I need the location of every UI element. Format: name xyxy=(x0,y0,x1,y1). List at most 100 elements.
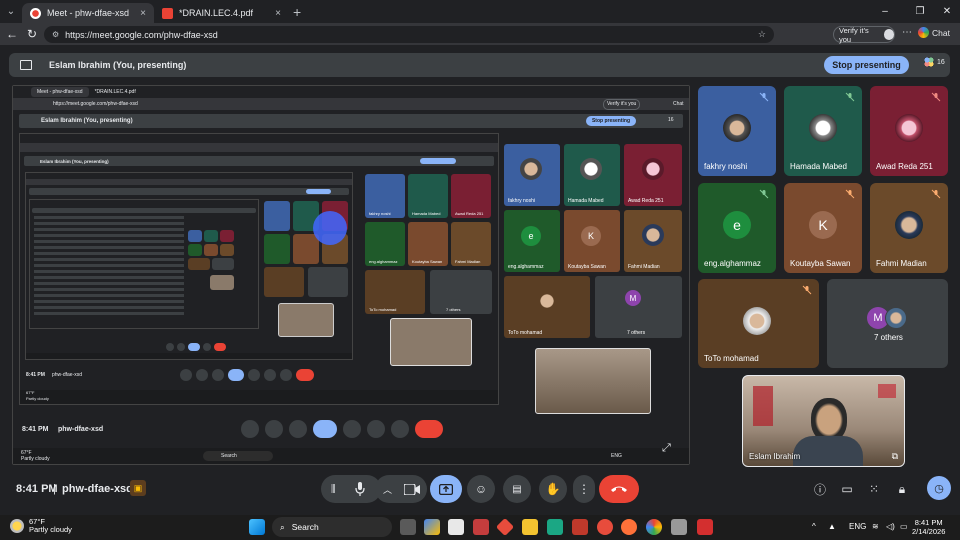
tab-pdf[interactable]: *DRAIN.LEC.4.pdf × xyxy=(154,3,289,23)
tab-search-icon[interactable]: ⌄ xyxy=(0,0,22,23)
volume-icon[interactable]: ◁) xyxy=(886,522,895,531)
task-view-icon[interactable] xyxy=(400,519,416,535)
minimize-button[interactable]: – xyxy=(870,0,900,23)
tab-close-icon[interactable]: × xyxy=(140,8,146,19)
presenting-label: Eslam Ibrahim (You, presenting) xyxy=(49,60,187,70)
windows-taskbar: 67°F Partly cloudy ⌕ Search ^ ▲ ENG ≋ ◁)… xyxy=(0,515,960,540)
emoji-button[interactable]: ☺ xyxy=(467,475,495,503)
weather-widget[interactable]: 67°F Partly cloudy xyxy=(10,518,72,534)
nested1-tile-others: 7 others xyxy=(627,330,646,336)
opera-icon[interactable] xyxy=(597,519,613,535)
participant-tile-fahmi[interactable]: Fahmi Madian xyxy=(870,183,948,273)
background-decoration xyxy=(753,386,773,426)
participant-tile-eng[interactable]: e eng.alghammaz xyxy=(698,183,776,273)
language-indicator[interactable]: ENG xyxy=(849,522,866,531)
site-info-icon[interactable]: ⚙ xyxy=(52,30,59,39)
close-window-button[interactable]: ✕ xyxy=(932,0,960,23)
nested1-lang: ENG xyxy=(611,453,622,459)
hand-icon: ✋ xyxy=(545,482,561,496)
self-view-tile[interactable]: Eslam Ibrahim ⧉ xyxy=(742,375,905,467)
chat-label: Chat xyxy=(932,27,950,38)
chevron-up-icon[interactable]: ︿ xyxy=(383,483,392,496)
start-windows-icon[interactable] xyxy=(249,519,265,535)
nested1-tile-eng: eng.alghammaz xyxy=(508,264,544,270)
wifi-icon[interactable]: ≋ xyxy=(872,522,879,531)
participant-count-badge[interactable]: 16 xyxy=(924,57,945,67)
acrobat-icon[interactable] xyxy=(697,519,713,535)
battery-icon[interactable]: ▭ xyxy=(900,522,908,531)
mic-off-icon xyxy=(931,92,941,102)
clock-date: 2/14/2026 xyxy=(912,527,946,536)
present-button[interactable] xyxy=(430,475,462,503)
firefox-icon[interactable] xyxy=(621,519,637,535)
nested2-tile-toto: ToTo mohamad xyxy=(369,307,397,312)
maximize-button[interactable]: ❐ xyxy=(905,0,935,23)
participant-tile-hamada[interactable]: Hamada Mabed xyxy=(784,86,862,176)
url-input[interactable]: ⚙ https://meet.google.com/phw-dfae-xsd ☆ xyxy=(44,26,774,43)
copilot-icon[interactable] xyxy=(424,519,440,535)
nested-window-1: Meet - phw-dfae-xsd *DRAIN.LEC.4.pdf htt… xyxy=(12,85,690,465)
participant-tile-awad[interactable]: Awad Reda 251 xyxy=(870,86,948,176)
nested2-tile-fakhry: fakhry noshi xyxy=(369,211,391,216)
tray-overflow-icon[interactable]: ^ xyxy=(812,522,816,531)
avatar xyxy=(885,307,907,329)
participant-tile-fakhry[interactable]: fakhry noshi xyxy=(698,86,776,176)
chat-button[interactable]: Chat xyxy=(918,27,950,38)
nested1-tile-awad: Awad Reda 251 xyxy=(628,198,664,204)
store-icon[interactable] xyxy=(448,519,464,535)
more-options-button[interactable]: ⋮ xyxy=(573,475,595,503)
stop-presenting-button[interactable]: Stop presenting xyxy=(824,56,909,74)
camera-icon[interactable] xyxy=(404,484,420,495)
nested2-tile-others: 7 others xyxy=(446,307,461,312)
host-controls-icon[interactable]: ▣ xyxy=(130,480,146,496)
verify-profile-button[interactable]: Verify it's you xyxy=(833,26,895,44)
expand-icon[interactable]: ⤢ xyxy=(662,442,671,455)
system-clock[interactable]: 8:41 PM 2/14/2026 xyxy=(912,518,945,536)
app-diamond-icon[interactable] xyxy=(495,517,515,537)
mic-off-icon xyxy=(802,285,812,295)
meeting-info-icon[interactable]: ⓘ xyxy=(810,479,830,499)
nested-chat: Chat xyxy=(673,101,684,107)
chrome-icon[interactable] xyxy=(646,519,662,535)
app-icon[interactable] xyxy=(671,519,687,535)
participant-tile-koutayba[interactable]: K Koutayba Sawan xyxy=(784,183,862,273)
nested1-weather-desc: Partly cloudy xyxy=(21,456,50,462)
nested1-code: phw-dfae-xsd xyxy=(58,426,104,433)
more-menu-icon[interactable]: ⋯ xyxy=(902,27,912,38)
meeting-code: phw-dfae-xsd xyxy=(62,483,133,495)
activities-icon[interactable]: ⁙ xyxy=(864,479,884,499)
pip-icon[interactable]: ⧉ xyxy=(892,451,898,462)
timer-icon[interactable]: ◷ xyxy=(927,476,951,500)
new-tab-button[interactable]: + xyxy=(293,4,301,20)
nested2-tile-hamada: Hamada Mabed xyxy=(412,211,441,216)
tray-app-icon[interactable]: ▲ xyxy=(828,522,836,531)
present-screen-icon xyxy=(439,483,453,495)
search-icon: ⌕ xyxy=(280,521,285,532)
back-icon[interactable]: ← xyxy=(2,23,22,45)
app-shield-icon[interactable] xyxy=(572,519,588,535)
raise-hand-button[interactable]: ✋ xyxy=(539,475,567,503)
browser-tab-strip: ⌄ Meet - phw-dfae-xsd × *DRAIN.LEC.4.pdf… xyxy=(0,0,960,23)
file-explorer-icon[interactable] xyxy=(522,519,538,535)
chat-icon[interactable]: ▭ xyxy=(837,479,857,499)
app-icon[interactable] xyxy=(547,519,563,535)
tab-meet[interactable]: Meet - phw-dfae-xsd × xyxy=(22,3,154,23)
taskbar-search[interactable]: ⌕ Search xyxy=(272,517,392,537)
reload-icon[interactable]: ↻ xyxy=(22,23,42,45)
captions-button[interactable]: ▤ xyxy=(503,475,531,503)
audio-levels-icon[interactable]: ⫼ xyxy=(331,484,336,495)
app-icon[interactable] xyxy=(473,519,489,535)
shared-screen: Meet - phw-dfae-xsd *DRAIN.LEC.4.pdf htt… xyxy=(12,85,690,465)
avatar xyxy=(895,211,923,239)
tab-close-icon[interactable]: × xyxy=(275,8,281,19)
microphone-icon[interactable] xyxy=(354,482,366,496)
host-lock-icon[interactable]: 🔒︎ xyxy=(892,479,912,499)
participant-name: eng.alghammaz xyxy=(704,259,761,268)
tab-pdf-label: *DRAIN.LEC.4.pdf xyxy=(179,8,254,18)
leave-call-button[interactable] xyxy=(599,475,639,503)
participant-tile-others[interactable]: M 7 others xyxy=(827,279,948,368)
mic-off-icon xyxy=(931,189,941,199)
participant-tile-toto[interactable]: ToTo mohamad xyxy=(698,279,819,368)
participant-name: 7 others xyxy=(874,333,903,342)
bookmark-star-icon[interactable]: ☆ xyxy=(758,29,766,40)
